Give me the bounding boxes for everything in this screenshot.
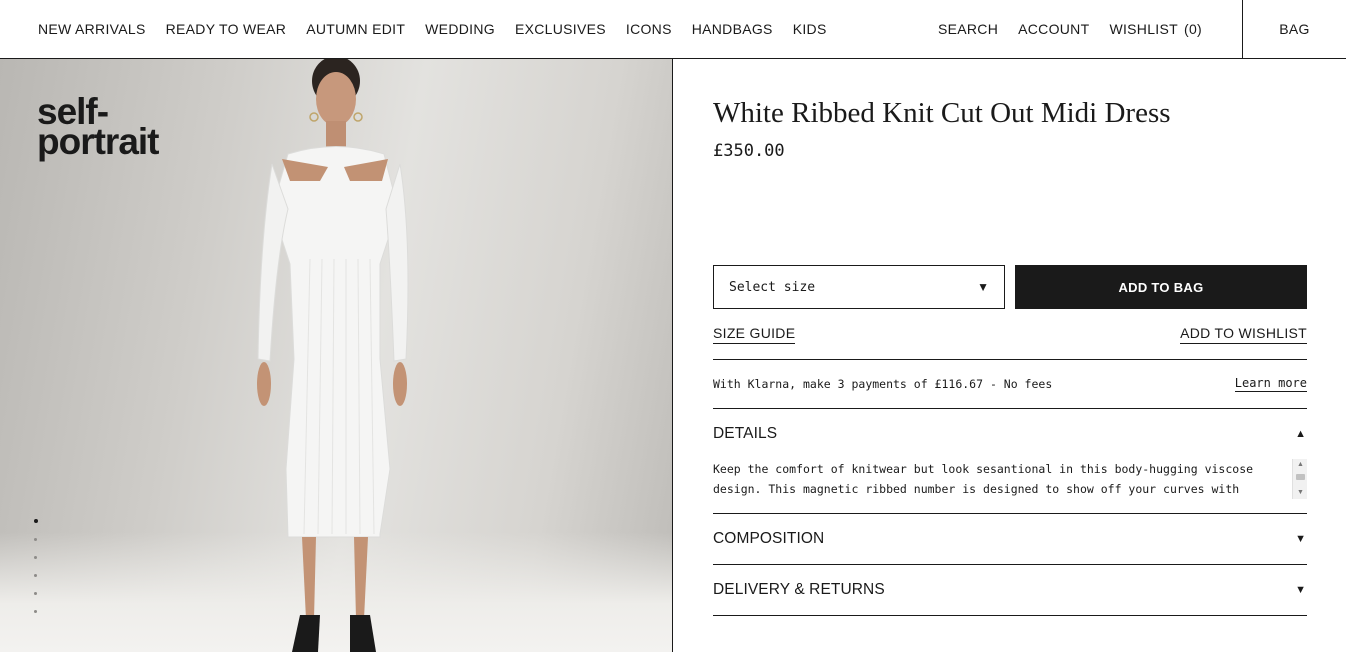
- product-photo: [257, 59, 409, 652]
- gallery-dot-5[interactable]: [34, 592, 37, 595]
- add-to-wishlist-link[interactable]: ADD TO WISHLIST: [1180, 325, 1307, 344]
- details-scrollbar[interactable]: ▲ ▼: [1292, 459, 1307, 499]
- gallery-dot-3[interactable]: [34, 556, 37, 559]
- nav-autumn-edit[interactable]: AUTUMN EDIT: [306, 21, 405, 37]
- accordion-composition-header[interactable]: COMPOSITION ▼: [713, 530, 1307, 548]
- divider: [713, 564, 1307, 565]
- gallery-dot-1[interactable]: [34, 519, 38, 523]
- nav-handbags[interactable]: HANDBAGS: [692, 21, 773, 37]
- gallery-pagination: [34, 519, 38, 613]
- chevron-down-icon: ▼: [1295, 533, 1306, 545]
- chevron-down-icon: ▼: [977, 280, 989, 294]
- wishlist-label: WISHLIST: [1109, 21, 1178, 37]
- accordion-details-label: DETAILS: [713, 425, 778, 442]
- bag-button[interactable]: BAG: [1242, 0, 1346, 58]
- product-price: £350.00: [713, 141, 785, 161]
- nav-exclusives[interactable]: EXCLUSIVES: [515, 21, 606, 37]
- details-text: Keep the comfort of knitwear but look se…: [713, 462, 1254, 496]
- scroll-down-icon[interactable]: ▼: [1293, 488, 1308, 498]
- product-links: SIZE GUIDE ADD TO WISHLIST: [713, 325, 1307, 344]
- gallery-dot-2[interactable]: [34, 538, 37, 541]
- accordion-delivery-header[interactable]: DELIVERY & RETURNS ▼: [713, 581, 1307, 599]
- accordion-details-header[interactable]: DETAILS ▲: [713, 425, 1307, 443]
- gallery-dot-6[interactable]: [34, 610, 37, 613]
- accordion-composition-label: COMPOSITION: [713, 530, 825, 547]
- nav-wedding[interactable]: WEDDING: [425, 21, 495, 37]
- divider: [713, 513, 1307, 514]
- wishlist-count: (0): [1183, 21, 1202, 37]
- product-title: White Ribbed Knit Cut Out Midi Dress: [713, 97, 1171, 129]
- search-link[interactable]: SEARCH: [938, 21, 998, 37]
- scroll-up-icon[interactable]: ▲: [1293, 460, 1308, 470]
- klarna-learn-more-link[interactable]: Learn more: [1234, 376, 1307, 392]
- brand-logo[interactable]: self- portrait: [37, 93, 159, 162]
- klarna-banner: With Klarna, make 3 payments of £116.67 …: [713, 376, 1307, 392]
- klarna-text: With Klarna, make 3 payments of £116.67 …: [713, 377, 1053, 391]
- scrollbar-thumb[interactable]: [1296, 474, 1305, 480]
- account-link[interactable]: ACCOUNT: [1018, 21, 1089, 37]
- divider: [713, 359, 1307, 360]
- wishlist-link[interactable]: WISHLIST (0): [1109, 21, 1202, 37]
- top-navigation: NEW ARRIVALS READY TO WEAR AUTUMN EDIT W…: [0, 0, 1346, 59]
- product-image-gallery[interactable]: self- portrait: [0, 59, 673, 652]
- chevron-down-icon: ▼: [1295, 584, 1306, 596]
- nav-kids[interactable]: KIDS: [793, 21, 827, 37]
- size-select[interactable]: Select size ▼: [713, 265, 1005, 309]
- size-guide-link[interactable]: SIZE GUIDE: [713, 325, 796, 344]
- nav-icons[interactable]: ICONS: [626, 21, 672, 37]
- logo-line-2: portrait: [37, 121, 159, 162]
- main-menu: NEW ARRIVALS READY TO WEAR AUTUMN EDIT W…: [38, 0, 847, 58]
- utility-menu: SEARCH ACCOUNT WISHLIST (0): [918, 0, 1202, 58]
- nav-ready-to-wear[interactable]: READY TO WEAR: [166, 21, 287, 37]
- nav-new-arrivals[interactable]: NEW ARRIVALS: [38, 21, 146, 37]
- chevron-up-icon: ▲: [1295, 428, 1306, 440]
- divider: [713, 615, 1307, 616]
- divider: [713, 408, 1307, 409]
- size-select-label: Select size: [729, 279, 816, 295]
- accordion-delivery-label: DELIVERY & RETURNS: [713, 581, 885, 598]
- add-to-bag-button[interactable]: ADD TO BAG: [1015, 265, 1307, 309]
- gallery-dot-4[interactable]: [34, 574, 37, 577]
- accordion-details-body: Keep the comfort of knitwear but look se…: [713, 459, 1307, 499]
